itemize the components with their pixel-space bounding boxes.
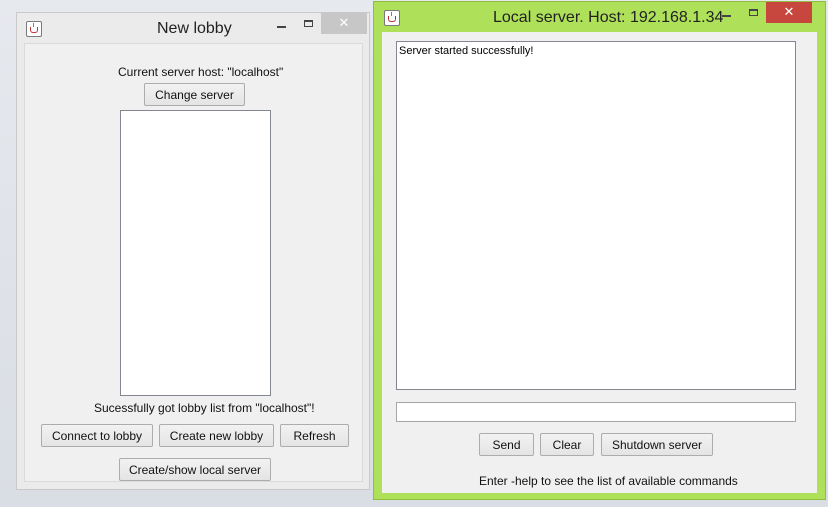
send-button[interactable]: Send (479, 433, 534, 456)
minimize-icon (276, 25, 286, 28)
help-hint-label: Enter -help to see the list of available… (479, 474, 738, 488)
connect-to-lobby-button[interactable]: Connect to lobby (41, 424, 153, 447)
server-window-titlebar[interactable]: Local server. Host: 192.168.1.34 ✕ (374, 2, 825, 32)
lobby-window-client: Current server host: "localhost" Change … (24, 43, 363, 482)
lobby-window-title: New lobby (157, 20, 232, 37)
maximize-button[interactable] (740, 2, 766, 23)
command-input[interactable] (396, 402, 796, 422)
close-button[interactable]: ✕ (766, 2, 812, 23)
server-window: Local server. Host: 192.168.1.34 ✕ Serve… (373, 1, 826, 500)
maximize-button[interactable] (295, 13, 321, 34)
maximize-icon (748, 9, 758, 16)
clear-button[interactable]: Clear (540, 433, 594, 456)
lobby-window: New lobby ✕ Current server host: "localh… (16, 12, 370, 490)
refresh-button[interactable]: Refresh (280, 424, 349, 447)
create-show-local-server-button[interactable]: Create/show local server (119, 458, 271, 481)
minimize-button[interactable] (712, 2, 740, 23)
minimize-button[interactable] (267, 13, 295, 34)
server-log-area[interactable]: Server started successfully! (396, 41, 796, 390)
maximize-icon (303, 20, 313, 27)
server-host-label: Current server host: "localhost" (118, 65, 284, 79)
minimize-icon (721, 14, 731, 17)
status-label: Sucessfully got lobby list from "localho… (94, 401, 315, 415)
server-window-title: Local server. Host: 192.168.1.34 (493, 9, 724, 26)
server-window-client: Server started successfully! Send Clear … (382, 32, 817, 493)
close-button[interactable]: ✕ (321, 13, 367, 34)
create-new-lobby-button[interactable]: Create new lobby (159, 424, 274, 447)
lobby-window-titlebar[interactable]: New lobby ✕ (17, 13, 369, 43)
change-server-button[interactable]: Change server (144, 83, 245, 106)
close-icon: ✕ (783, 5, 795, 20)
close-icon: ✕ (338, 16, 350, 31)
java-cup-icon (384, 10, 400, 26)
lobby-list[interactable] (120, 110, 271, 396)
shutdown-server-button[interactable]: Shutdown server (601, 433, 713, 456)
java-cup-icon (26, 21, 42, 37)
